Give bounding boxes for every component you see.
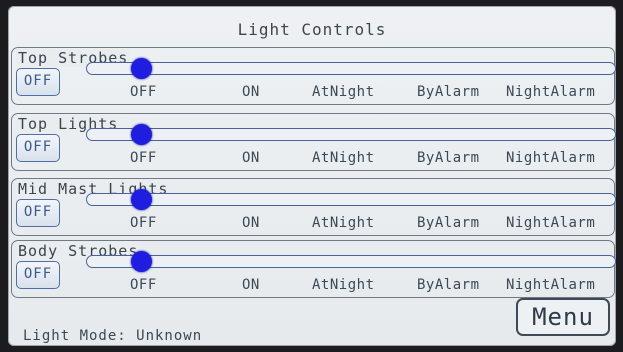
light-mode-status: Light Mode: Unknown	[23, 328, 203, 344]
option-at-night: AtNight	[312, 150, 375, 166]
slider-knob[interactable]	[131, 251, 152, 272]
slider-mid-mast-lights[interactable]	[86, 189, 616, 210]
option-at-night: AtNight	[312, 215, 375, 231]
option-on: ON	[242, 84, 260, 100]
slider-knob[interactable]	[131, 58, 152, 79]
option-night-alarm: NightAlarm	[506, 215, 596, 231]
off-button-top-lights[interactable]: OFF	[16, 134, 60, 162]
option-at-night: AtNight	[312, 277, 375, 293]
option-off: OFF	[130, 84, 157, 100]
group-mid-mast-lights: Mid Mast Lights OFF OFF ON AtNight ByAla…	[11, 178, 616, 236]
option-night-alarm: NightAlarm	[506, 84, 596, 100]
option-night-alarm: NightAlarm	[506, 150, 596, 166]
off-button-body-strobes[interactable]: OFF	[16, 261, 60, 289]
group-body-strobes: Body Strobes OFF OFF ON AtNight ByAlarm …	[11, 240, 616, 298]
page-title: Light Controls	[237, 20, 387, 39]
slider-top-lights[interactable]	[86, 124, 616, 145]
menu-button[interactable]: Menu	[516, 298, 610, 336]
off-button-mid-mast-lights[interactable]: OFF	[16, 199, 60, 227]
slider-knob[interactable]	[131, 124, 152, 145]
option-by-alarm: ByAlarm	[417, 150, 480, 166]
option-off: OFF	[130, 277, 157, 293]
option-by-alarm: ByAlarm	[417, 277, 480, 293]
option-off: OFF	[130, 215, 157, 231]
slider-knob[interactable]	[131, 189, 152, 210]
option-by-alarm: ByAlarm	[417, 215, 480, 231]
option-on: ON	[242, 150, 260, 166]
option-off: OFF	[130, 150, 157, 166]
option-on: ON	[242, 215, 260, 231]
group-top-lights: Top Lights OFF OFF ON AtNight ByAlarm Ni…	[11, 113, 616, 171]
option-night-alarm: NightAlarm	[506, 277, 596, 293]
slider-body-strobes[interactable]	[86, 251, 616, 272]
option-at-night: AtNight	[312, 84, 375, 100]
touch-screen: Light Controls Top Strobes OFF OFF ON At…	[8, 6, 616, 346]
option-on: ON	[242, 277, 260, 293]
option-by-alarm: ByAlarm	[417, 84, 480, 100]
off-button-top-strobes[interactable]: OFF	[16, 68, 60, 96]
slider-top-strobes[interactable]	[86, 58, 616, 79]
group-top-strobes: Top Strobes OFF OFF ON AtNight ByAlarm N…	[11, 47, 616, 105]
